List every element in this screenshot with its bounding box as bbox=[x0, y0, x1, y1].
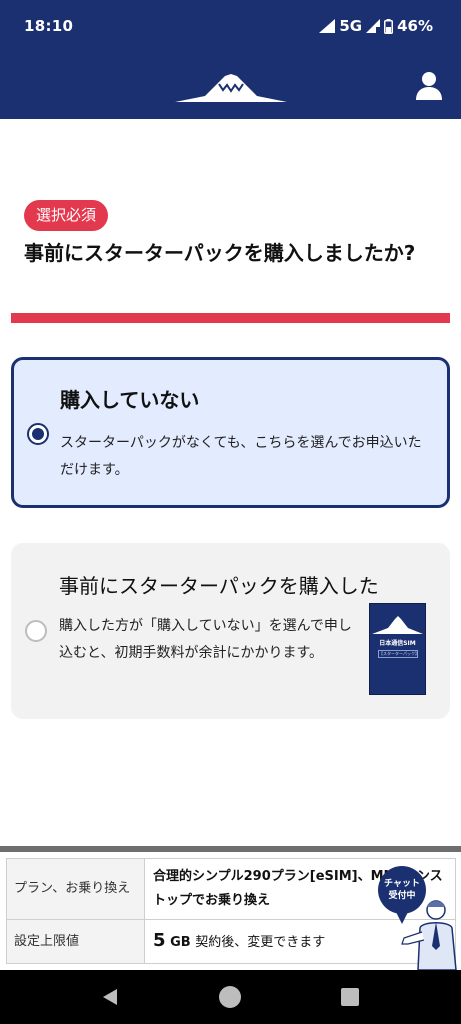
starter-pack-label: 【スターターパック】 bbox=[378, 650, 419, 658]
option-not-purchased[interactable]: 購入していない スターターパックがなくても、こちらを選んでお申込いただけます。 bbox=[11, 357, 450, 508]
option-title: 購入していない bbox=[60, 388, 200, 412]
summary-divider bbox=[0, 846, 461, 852]
option-description: スターターパックがなくても、こちらを選んでお申込いただけます。 bbox=[60, 435, 422, 478]
battery-level: 46% bbox=[397, 17, 433, 35]
starter-pack-brand: 日本通信SIM bbox=[379, 640, 416, 647]
question-divider bbox=[11, 313, 450, 323]
status-bar: 18:10 5G 46% bbox=[0, 0, 461, 56]
radio-button-selected[interactable] bbox=[27, 423, 49, 445]
data-limit-note: 契約後、変更できます bbox=[195, 934, 326, 950]
data-limit-number: 5 bbox=[153, 929, 166, 951]
option-description: 購入した方が「購入していない」を選んで申し込むと、初期手数料が余計にかかります。 bbox=[59, 618, 352, 661]
wifi-signal-icon bbox=[319, 19, 336, 33]
starter-pack-image: 日本通信SIM 【スターターパック】 bbox=[369, 603, 426, 695]
cell-signal-icon bbox=[366, 19, 381, 33]
option-title: 事前にスターターパックを購入した bbox=[59, 574, 379, 598]
summary-label: プラン、お乗り換え bbox=[6, 858, 145, 920]
chat-agent-icon bbox=[396, 900, 457, 970]
status-indicators: 5G 46% bbox=[319, 17, 433, 35]
mount-fuji-logo-icon[interactable] bbox=[175, 70, 287, 104]
recent-apps-icon[interactable] bbox=[341, 988, 359, 1006]
chat-widget[interactable]: チャット 受付中 bbox=[378, 866, 458, 970]
back-icon[interactable] bbox=[101, 988, 119, 1006]
status-time: 18:10 bbox=[24, 17, 74, 35]
app-header bbox=[0, 56, 461, 119]
required-badge: 選択必須 bbox=[24, 200, 109, 231]
question-title: 事前にスターターパックを購入しましたか? bbox=[24, 241, 416, 265]
battery-icon bbox=[384, 18, 394, 34]
navigation-bar bbox=[0, 970, 461, 1024]
option-purchased[interactable]: 事前にスターターパックを購入した 購入した方が「購入していない」を選んで申し込む… bbox=[11, 543, 450, 719]
data-limit-unit: GB bbox=[170, 934, 191, 950]
user-icon[interactable] bbox=[415, 71, 443, 101]
home-icon[interactable] bbox=[219, 986, 241, 1008]
radio-button-unselected[interactable] bbox=[25, 620, 47, 642]
mount-fuji-icon bbox=[372, 616, 423, 634]
summary-label: 設定上限値 bbox=[6, 919, 145, 964]
network-type: 5G bbox=[339, 17, 363, 35]
